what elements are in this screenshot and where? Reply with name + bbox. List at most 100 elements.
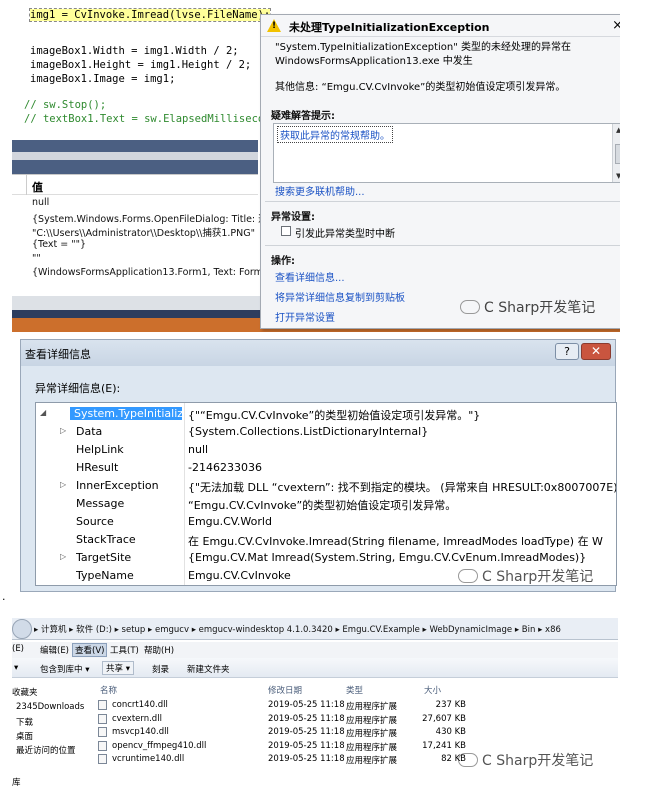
menu-item-view[interactable]: 查看(V) bbox=[72, 643, 108, 657]
stray-mark: . bbox=[2, 590, 6, 603]
nav-item[interactable]: 最近访问的位置 bbox=[16, 744, 76, 756]
help-button[interactable]: ? bbox=[555, 343, 579, 360]
open-exception-settings-link[interactable]: 打开异常设置 bbox=[275, 309, 335, 324]
property-value: “Emgu.CV.CvInvoke”的类型初始值设定项引发异常。 bbox=[188, 499, 457, 512]
code-line[interactable]: imageBox1.Image = img1; bbox=[30, 73, 175, 85]
expand-icon[interactable]: ▷ bbox=[60, 552, 66, 561]
file-date: 2019-05-25 11:18 bbox=[268, 727, 345, 737]
locals-row[interactable]: {Text = ""} bbox=[32, 239, 86, 250]
property-row[interactable]: StackTrace 在 Emgu.CV.CvInvoke.Imread(Stri… bbox=[36, 531, 616, 549]
property-name: StackTrace bbox=[76, 533, 136, 546]
include-in-library-button[interactable]: 包含到库中 ▾ bbox=[40, 663, 89, 675]
burn-button[interactable]: 刻录 bbox=[152, 663, 169, 675]
address-bar[interactable]: ▸ 计算机 ▸ 软件 (D:) ▸ setup ▸ emgucv ▸ emguc… bbox=[12, 618, 618, 640]
close-button[interactable]: ✕ bbox=[581, 343, 611, 360]
property-row[interactable]: HelpLink null bbox=[36, 441, 616, 459]
organize-dropdown[interactable]: ▾ bbox=[14, 663, 18, 673]
nav-favorites[interactable]: 收藏夹 bbox=[12, 686, 38, 698]
locals-row[interactable]: {WindowsFormsApplication13.Form1, Text: … bbox=[32, 267, 275, 278]
column-date[interactable]: 修改日期 bbox=[268, 684, 302, 696]
file-row[interactable]: concrt140.dll 2019-05-25 11:18 应用程序扩展 237 K… bbox=[98, 700, 598, 713]
code-line-comment[interactable]: // textBox1.Text = sw.ElapsedMillisecond bbox=[24, 113, 277, 125]
file-name: msvcp140.dll bbox=[112, 727, 169, 737]
property-row[interactable]: ▷ InnerException {"无法加载 DLL “cvextern”: 找不… bbox=[36, 477, 616, 495]
file-type: 应用程序扩展 bbox=[346, 742, 398, 753]
menu-item-edit[interactable]: 编辑(E) bbox=[40, 644, 69, 656]
file-row[interactable]: msvcp140.dll 2019-05-25 11:18 应用程序扩展 430 KB bbox=[98, 727, 598, 740]
nav-item[interactable]: 桌面 bbox=[16, 730, 33, 742]
watermark: C Sharp开发笔记 bbox=[458, 566, 593, 586]
property-name: System.TypeInitializa bbox=[70, 407, 182, 420]
actions-header: 操作: bbox=[271, 256, 295, 267]
tips-box: 获取此异常的常规帮助。 ▲ ▼ bbox=[273, 123, 620, 183]
nav-libraries[interactable]: 库 bbox=[12, 776, 21, 786]
file-size: 237 KB bbox=[435, 700, 466, 710]
column-name[interactable]: 名称 bbox=[100, 684, 117, 696]
locals-row[interactable]: null bbox=[32, 197, 49, 208]
nav-item[interactable]: 2345Downloads bbox=[16, 702, 84, 712]
nav-item[interactable]: 下载 bbox=[16, 716, 33, 728]
property-row[interactable]: Source Emgu.CV.World bbox=[36, 513, 616, 531]
scroll-thumb[interactable] bbox=[615, 144, 620, 164]
locals-row[interactable]: "" bbox=[32, 253, 41, 264]
file-size: 27,607 KB bbox=[422, 713, 466, 724]
break-on-exception-checkbox[interactable] bbox=[281, 226, 291, 236]
property-name: TypeName bbox=[76, 569, 134, 582]
menu-item-tools[interactable]: 工具(T) bbox=[110, 644, 139, 656]
expand-icon[interactable]: ▷ bbox=[60, 480, 66, 489]
view-details-link[interactable]: 查看详细信息... bbox=[275, 269, 345, 284]
menu-item-help[interactable]: 帮助(H) bbox=[144, 644, 174, 656]
file-name: vcruntime140.dll bbox=[112, 754, 185, 764]
column-size[interactable]: 大小 bbox=[424, 684, 441, 696]
dialog-title-bar: 查看详细信息 ? ✕ bbox=[21, 340, 615, 366]
scroll-down-icon[interactable]: ▼ bbox=[616, 172, 620, 180]
general-help-link[interactable]: 获取此异常的常规帮助。 bbox=[277, 126, 393, 143]
property-row[interactable]: ▷ Data {System.Collections.ListDictionaryI… bbox=[36, 423, 616, 441]
exception-message: "System.TypeInitializationException" 类型的… bbox=[275, 42, 572, 67]
value-column-header[interactable]: 值 bbox=[32, 179, 43, 195]
property-row[interactable]: ◢ System.TypeInitializa {"“Emgu.CV.CvInvok… bbox=[36, 405, 616, 423]
expand-icon[interactable]: ▷ bbox=[60, 426, 66, 435]
expand-icon[interactable]: ◢ bbox=[40, 408, 46, 417]
search-online-link[interactable]: 搜索更多联机帮助... bbox=[275, 183, 365, 198]
dialog-title: 查看详细信息 bbox=[25, 348, 91, 361]
file-explorer: ▸ 计算机 ▸ 软件 (D:) ▸ setup ▸ emgucv ▸ emguc… bbox=[12, 606, 618, 786]
copy-details-link[interactable]: 将异常详细信息复制到剪贴板 bbox=[275, 289, 405, 304]
break-on-exception-label[interactable]: 引发此异常类型时中断 bbox=[295, 225, 395, 240]
locals-row[interactable]: {System.Windows.Forms.OpenFileDialog: Ti… bbox=[32, 211, 277, 225]
menu-item-file[interactable]: (E) bbox=[12, 644, 24, 654]
exception-additional-info: 其他信息: “Emgu.CV.CvInvoke”的类型初始值设定项引发异常。 bbox=[275, 82, 566, 93]
code-line[interactable]: imageBox1.Width = img1.Width / 2; bbox=[30, 45, 239, 57]
dll-file-icon bbox=[98, 713, 107, 724]
property-row[interactable]: HResult -2146233036 bbox=[36, 459, 616, 477]
property-row[interactable]: ▷ TargetSite {Emgu.CV.Mat Imread(System.St… bbox=[36, 549, 616, 567]
close-icon[interactable]: × bbox=[612, 18, 620, 33]
file-name: opencv_ffmpeg410.dll bbox=[112, 740, 207, 751]
file-type: 应用程序扩展 bbox=[346, 756, 398, 766]
code-line[interactable]: imageBox1.Height = img1.Height / 2; bbox=[30, 59, 251, 71]
dll-file-icon bbox=[98, 700, 107, 710]
scroll-up-icon[interactable]: ▲ bbox=[616, 126, 620, 134]
property-value: {Emgu.CV.Mat Imread(System.String, Emgu.… bbox=[188, 551, 587, 564]
dll-file-icon bbox=[98, 727, 107, 737]
column-type[interactable]: 类型 bbox=[346, 684, 363, 696]
back-button[interactable] bbox=[12, 619, 32, 639]
tips-header: 疑难解答提示: bbox=[271, 111, 335, 122]
file-row[interactable]: vcruntime140.dll 2019-05-25 11:18 应用程序扩展 82… bbox=[98, 754, 598, 767]
property-row[interactable]: Message “Emgu.CV.CvInvoke”的类型初始值设定项引发异常。 bbox=[36, 495, 616, 513]
file-type: 应用程序扩展 bbox=[346, 702, 398, 712]
code-line-comment[interactable]: // sw.Stop(); bbox=[24, 99, 106, 111]
new-folder-button[interactable]: 新建文件夹 bbox=[187, 663, 230, 675]
locals-row[interactable]: "C:\\Users\\Administrator\\Desktop\\捕获1.… bbox=[32, 225, 255, 239]
share-button[interactable]: 共享 ▾ bbox=[102, 661, 134, 675]
file-row[interactable]: opencv_ffmpeg410.dll 2019-05-25 11:18 应用程序… bbox=[98, 740, 598, 754]
code-line-highlighted[interactable]: img1 = CvInvoke.Imread(lvse.FileName); bbox=[28, 8, 272, 22]
dll-file-icon bbox=[98, 740, 107, 751]
breadcrumb[interactable]: ▸ 计算机 ▸ 软件 (D:) ▸ setup ▸ emgucv ▸ emguc… bbox=[34, 623, 561, 635]
file-row[interactable]: cvextern.dll 2019-05-25 11:18 应用程序扩展 27,607… bbox=[98, 713, 598, 727]
panel-divider bbox=[12, 140, 258, 174]
tips-scrollbar[interactable]: ▲ ▼ bbox=[612, 124, 620, 182]
property-name: InnerException bbox=[76, 479, 159, 492]
file-name: concrt140.dll bbox=[112, 700, 168, 710]
file-date: 2019-05-25 11:18 bbox=[268, 740, 345, 751]
